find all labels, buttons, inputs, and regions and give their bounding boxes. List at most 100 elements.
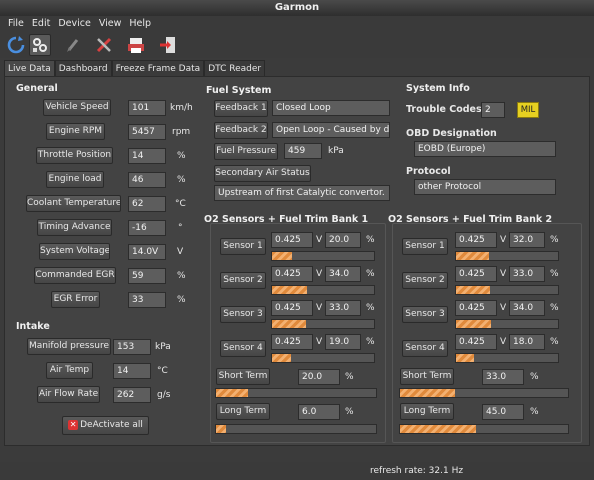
bank2-sensor-1-bar-fill: [456, 252, 489, 260]
bank1-sensor-1-volt-unit: V: [316, 235, 323, 245]
throttle-position-unit: %: [177, 151, 186, 161]
bank2-sensor-4-percent-unit: %: [550, 337, 559, 347]
system-info-title: System Info: [406, 83, 470, 94]
bank1-sensor-2-bar-fill: [272, 286, 307, 294]
bank1-sensor-3-button[interactable]: Sensor 3: [220, 306, 266, 323]
live-data-panel: General Vehicle Speed 101 km/h Engine RP…: [4, 76, 590, 446]
bank2-sensor-3-bar-fill: [456, 320, 491, 328]
menu-edit[interactable]: Edit: [24, 16, 50, 32]
tab-dtc-reader[interactable]: DTC Reader: [204, 60, 266, 76]
bank2-sensor-3-button[interactable]: Sensor 3: [402, 306, 448, 323]
bank2-sensor-2-volt-unit: V: [500, 269, 507, 279]
deactivate-all-button[interactable]: ✕ DeActivate all: [62, 416, 149, 435]
protocol-value: other Protocol: [414, 179, 556, 195]
bank2-long-term-unit: %: [530, 407, 539, 417]
fuel-pressure-unit: kPa: [328, 146, 344, 156]
secondary-air-status-button[interactable]: Secondary Air Status: [214, 165, 311, 182]
menu-file[interactable]: File: [0, 16, 24, 32]
bank2-sensor-1-percent-unit: %: [550, 235, 559, 245]
obd-designation-label: OBD Designation: [406, 128, 497, 139]
engine-rpm-value: 5457: [128, 124, 166, 140]
system-voltage-unit: V: [177, 247, 184, 257]
menu-view[interactable]: View: [91, 16, 122, 32]
engine-rpm-button[interactable]: Engine RPM: [46, 123, 105, 140]
bank2-sensor-4-voltage: 0.425: [455, 334, 497, 350]
bank1-short-term-button[interactable]: Short Term: [216, 368, 270, 385]
bank1-sensor-2-button[interactable]: Sensor 2: [220, 272, 266, 289]
obd-designation-value: EOBD (Europe): [414, 141, 556, 157]
tab-dashboard[interactable]: Dashboard: [54, 60, 112, 76]
bank1-long-term-bar: [215, 424, 377, 434]
bank2-sensor-4-volt-unit: V: [500, 337, 507, 347]
exit-icon[interactable]: [157, 34, 179, 56]
print-icon[interactable]: [125, 34, 147, 56]
commanded-egr-unit: %: [177, 271, 186, 281]
vehicle-speed-value: 101: [128, 100, 166, 116]
bank1-sensor-4-voltage: 0.425: [271, 334, 313, 350]
secondary-air-status-value: Upstream of first Catalytic convertor.: [214, 185, 390, 201]
bank2-short-term-value: 33.0: [482, 369, 524, 385]
egr-error-value: 33: [128, 292, 166, 308]
tab-freeze-frame[interactable]: Freeze Frame Data: [111, 60, 205, 76]
bank1-sensor-1-percent-unit: %: [366, 235, 375, 245]
status-bar: refresh rate: 32.1 Hz: [0, 462, 594, 480]
feedback-1-button[interactable]: Feedback 1: [214, 100, 268, 117]
bank1-sensor-1-bar-fill: [272, 252, 293, 260]
egr-error-button[interactable]: EGR Error: [51, 291, 100, 308]
bank1-sensor-2-bar: [271, 285, 375, 295]
bank1-sensor-3-voltage: 0.425: [271, 300, 313, 316]
fuel-pressure-button[interactable]: Fuel Pressure: [214, 143, 278, 160]
bank1-sensor-4-volt-unit: V: [316, 337, 323, 347]
timing-advance-value: -16: [128, 220, 166, 236]
bank2-sensor-3-trim: 34.0: [509, 300, 545, 316]
bank1-long-term-unit: %: [345, 407, 354, 417]
commanded-egr-button[interactable]: Commanded EGR: [34, 267, 116, 284]
bank1-long-term-value: 6.0: [298, 404, 340, 420]
bank2-short-term-bar-fill: [400, 389, 456, 397]
bank1-sensor-2-volt-unit: V: [316, 269, 323, 279]
tools-icon[interactable]: [93, 34, 115, 56]
coolant-temperature-button[interactable]: Coolant Temperature: [26, 195, 121, 212]
bank2-sensor-2-percent-unit: %: [550, 269, 559, 279]
bank1-long-term-button[interactable]: Long Term: [216, 403, 270, 420]
bank1-sensor-2-trim: 34.0: [325, 266, 361, 282]
bank2-sensor-4-bar-fill: [456, 354, 475, 362]
timing-advance-button[interactable]: Timing Advance: [37, 219, 112, 236]
tab-live-data[interactable]: Live Data: [4, 60, 55, 76]
system-voltage-button[interactable]: System Voltage: [39, 243, 110, 260]
throttle-position-button[interactable]: Throttle Position: [36, 147, 113, 164]
trouble-codes-label: Trouble Codes: [406, 104, 482, 115]
bank1-sensor-3-bar-fill: [272, 320, 306, 328]
bank2-sensor-4-button[interactable]: Sensor 4: [402, 340, 448, 357]
refresh-icon[interactable]: [5, 34, 27, 56]
bank2-sensor-2-button[interactable]: Sensor 2: [402, 272, 448, 289]
feedback-2-button[interactable]: Feedback 2: [214, 122, 268, 139]
bank2-sensor-2-bar: [455, 285, 559, 295]
bank2-short-term-button[interactable]: Short Term: [400, 368, 454, 385]
bank1-sensor-4-button[interactable]: Sensor 4: [220, 340, 266, 357]
engine-load-button[interactable]: Engine load: [46, 171, 104, 188]
bank2-sensor-2-trim: 33.0: [509, 266, 545, 282]
bank1-sensor-3-percent-unit: %: [366, 303, 375, 313]
bank2-sensor-3-voltage: 0.425: [455, 300, 497, 316]
bank2-sensor-2-voltage: 0.425: [455, 266, 497, 282]
settings-icon[interactable]: [29, 34, 51, 56]
bank2-long-term-bar-fill: [400, 425, 476, 433]
air-flow-rate-button[interactable]: Air Flow Rate: [37, 386, 100, 403]
bank2-sensor-3-bar: [455, 319, 559, 329]
bank2-sensor-1-button[interactable]: Sensor 1: [402, 238, 448, 255]
bank1-short-term-unit: %: [345, 372, 354, 382]
air-temp-button[interactable]: Air Temp: [46, 362, 93, 379]
air-flow-rate-unit: g/s: [157, 390, 171, 400]
menu-help[interactable]: Help: [121, 16, 151, 32]
bank2-long-term-button[interactable]: Long Term: [400, 403, 454, 420]
manifold-pressure-button[interactable]: Manifold pressure: [27, 338, 111, 355]
vehicle-speed-button[interactable]: Vehicle Speed: [43, 99, 111, 116]
bank1-sensor-2-voltage: 0.425: [271, 266, 313, 282]
bank1-sensor-1-button[interactable]: Sensor 1: [220, 238, 266, 255]
engine-load-value: 46: [128, 172, 166, 188]
bank1-sensor-4-trim: 19.0: [325, 334, 361, 350]
clear-icon[interactable]: [63, 34, 85, 56]
menu-device[interactable]: Device: [50, 16, 91, 32]
manifold-pressure-unit: kPa: [155, 342, 171, 352]
